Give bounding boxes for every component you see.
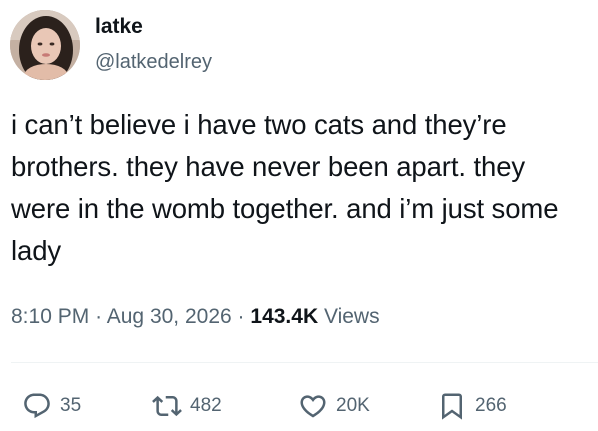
tweet-date[interactable]: Aug 30, 2026 xyxy=(107,305,232,328)
tweet-text: i can’t believe i have two cats and they… xyxy=(11,109,559,266)
tweet-time[interactable]: 8:10 PM xyxy=(11,305,89,328)
bookmark-count: 266 xyxy=(475,395,507,416)
meta-separator: · xyxy=(95,305,103,328)
divider xyxy=(11,362,598,363)
retweet-button[interactable]: 482 xyxy=(152,388,222,424)
bookmark-icon xyxy=(442,393,462,420)
bookmark-button[interactable]: 266 xyxy=(437,388,507,424)
retweet-count: 482 xyxy=(190,395,222,416)
like-button[interactable]: 20K xyxy=(298,388,370,424)
author-handle[interactable]: @latkedelrey xyxy=(95,49,212,75)
avatar-image xyxy=(10,10,80,80)
tweet-meta: 8:10 PM · Aug 30, 2026 · 143.4K Views xyxy=(11,303,380,331)
author-display-name[interactable]: latke xyxy=(95,14,143,40)
action-bar: 35 482 20K 266 xyxy=(0,388,598,424)
like-count: 20K xyxy=(336,395,370,416)
meta-separator: · xyxy=(237,305,245,328)
views-label: Views xyxy=(323,305,380,328)
tweet: latke @latkedelrey i can’t believe i hav… xyxy=(0,0,598,431)
retweet-icon xyxy=(152,395,182,417)
views-count: 143.4K xyxy=(250,305,319,328)
reply-count: 35 xyxy=(60,395,82,416)
avatar[interactable] xyxy=(10,10,80,80)
heart-icon xyxy=(300,395,326,418)
reply-icon xyxy=(24,393,50,419)
reply-button[interactable]: 35 xyxy=(22,388,81,424)
